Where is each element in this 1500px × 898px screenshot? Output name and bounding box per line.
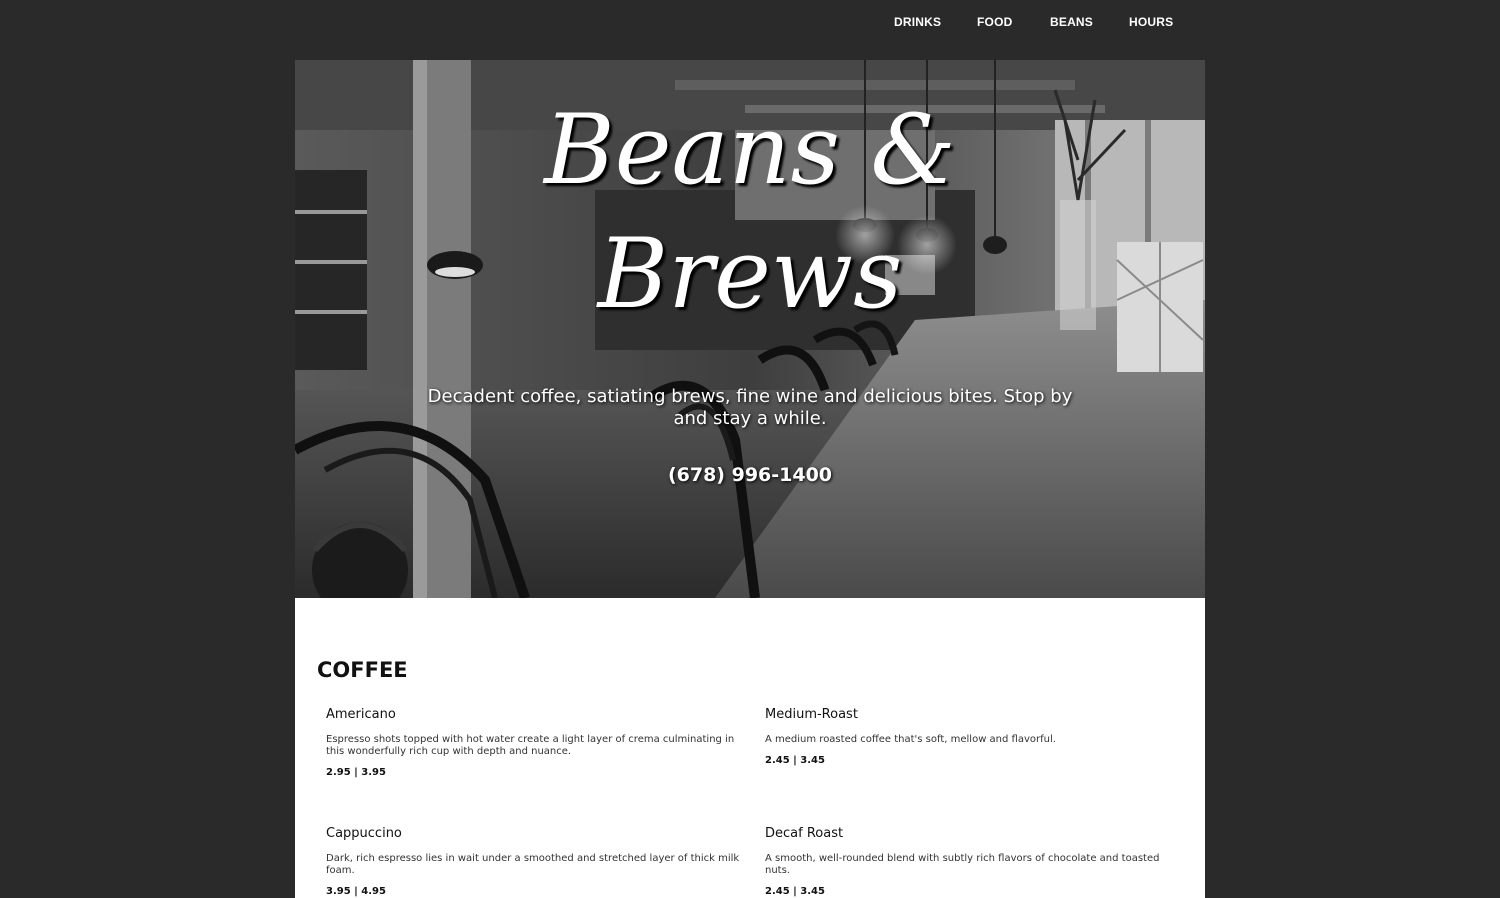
menu-item-name: Cappuccino: [326, 826, 402, 841]
nav-link-hours[interactable]: HOURS: [1129, 15, 1173, 29]
menu-heading: COFFEE: [317, 658, 408, 682]
site-title-line1: Beans &: [544, 94, 956, 206]
menu-item: Cappuccino Dark, rich espresso lies in w…: [326, 826, 746, 897]
menu-item-price: 2.95 | 3.95: [326, 767, 386, 778]
menu-item: Americano Espresso shots topped with hot…: [326, 707, 746, 778]
menu-item-price: 2.45 | 3.45: [765, 886, 825, 897]
nav-link-food[interactable]: FOOD: [977, 15, 1012, 29]
menu-item-description: A medium roasted coffee that's soft, mel…: [765, 734, 1056, 745]
menu-item-name: Decaf Roast: [765, 826, 844, 841]
nav-link-drinks[interactable]: DRINKS: [894, 15, 941, 29]
hero-banner: Beans & Brews Decadent coffee, satiating…: [295, 60, 1205, 598]
nav-link-beans[interactable]: BEANS: [1050, 15, 1093, 29]
menu-item-name: Americano: [326, 707, 396, 722]
menu-item: Medium-Roast A medium roasted coffee tha…: [765, 707, 1185, 766]
menu-item-price: 3.95 | 4.95: [326, 886, 386, 897]
menu-item-description: A smooth, well-rounded blend with subtly…: [765, 853, 1160, 876]
menu-section: COFFEE Americano Espresso shots topped w…: [295, 598, 1205, 898]
site-title: Beans & Brews: [295, 88, 1205, 336]
phone-number[interactable]: (678) 996-1400: [295, 464, 1205, 486]
menu-item-description: Espresso shots topped with hot water cre…: [326, 734, 735, 757]
menu-item-name: Medium-Roast: [765, 707, 858, 722]
menu-item-description: Dark, rich espresso lies in wait under a…: [326, 853, 740, 876]
hero-tagline: Decadent coffee, satiating brews, fine w…: [427, 386, 1073, 429]
menu-item-price: 2.45 | 3.45: [765, 755, 825, 766]
top-navigation: DRINKS FOOD BEANS HOURS: [0, 0, 1500, 45]
site-title-line2: Brews: [597, 218, 903, 330]
menu-item: Decaf Roast A smooth, well-rounded blend…: [765, 826, 1185, 897]
